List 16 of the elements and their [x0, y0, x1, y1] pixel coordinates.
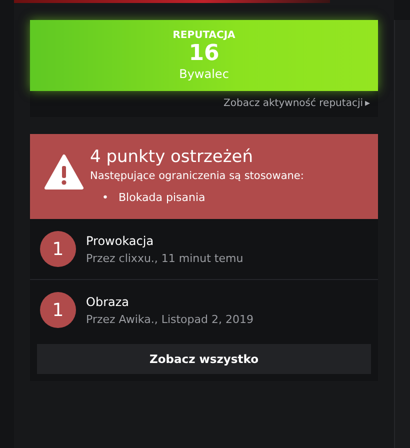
warning-meta: Przez clixxu., 11 minut temu — [86, 252, 244, 264]
warning-reason: Obraza — [86, 294, 130, 308]
reputation-rank: Bywalec — [179, 67, 229, 81]
warning-subtitle: Następujące ograniczenia są stosowane: — [90, 170, 304, 182]
reputation-label: REPUTACJA — [172, 30, 236, 41]
warning-title: 4 punkty ostrzeżeń — [90, 146, 254, 168]
warning-meta: Przez Awika., Listopad 2, 2019 — [86, 312, 254, 326]
reputation-activity-link[interactable]: Zobacz aktywność reputacji ▸ — [224, 98, 370, 109]
warning-reason: Prowokacja — [86, 234, 155, 248]
view-all-button[interactable]: Zobacz wszystko — [37, 344, 372, 374]
reputation-value: 16 — [188, 41, 220, 67]
warning-icon — [44, 154, 84, 190]
bullet-mark: • — [102, 190, 108, 205]
points-badge: 1 — [40, 292, 76, 328]
restriction-item: Blokada pisania — [118, 190, 206, 205]
points-badge: 1 — [40, 231, 76, 267]
